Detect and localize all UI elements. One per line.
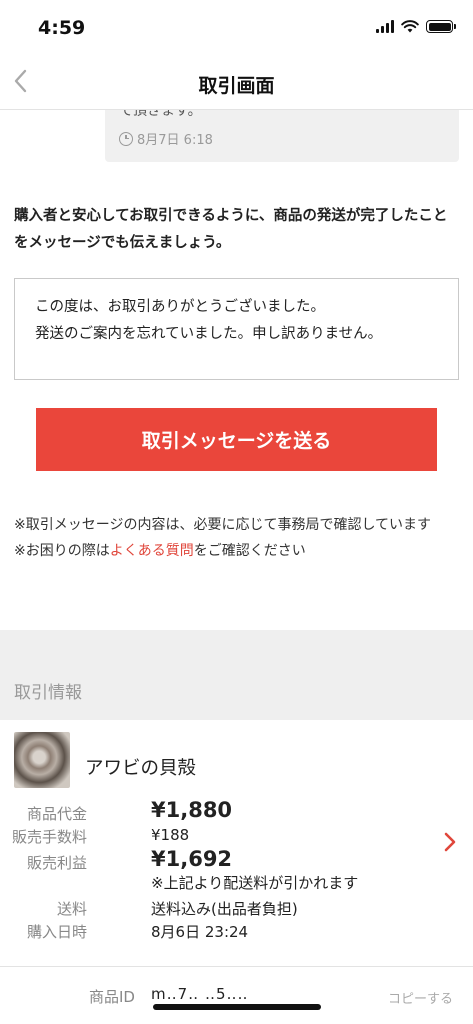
- fee-value: ¥188: [151, 826, 190, 844]
- profit-value: ¥1,692: [151, 847, 233, 871]
- message-input[interactable]: この度は、お取引ありがとうございました。 発送のご案内を忘れていました。申し訳あ…: [14, 278, 459, 380]
- section-title: 取引情報: [14, 683, 82, 703]
- profit-note: ※上記より配送料が引かれます: [151, 874, 359, 892]
- faq-link[interactable]: よくある質問: [110, 543, 194, 559]
- product-thumbnail: [14, 732, 70, 788]
- nav-bar: 取引画面: [0, 54, 473, 110]
- chevron-right-icon[interactable]: [441, 830, 459, 854]
- copy-button[interactable]: コピーする: [388, 988, 453, 1007]
- page-title: 取引画面: [198, 75, 275, 97]
- purchase-date: 8月6日 23:24: [151, 923, 249, 941]
- note-review: ※取引メッセージの内容は、必要に応じて事務局で確認しています: [14, 517, 432, 533]
- send-message-button[interactable]: 取引メッセージを送る: [36, 408, 437, 471]
- item-id-value: m‥7‥ ‥5‥‥: [151, 985, 249, 1003]
- product-info[interactable]: アワビの貝殻 商品代金 ¥1,880 販売手数料 ¥188 販売利益 ¥1,69…: [0, 720, 473, 966]
- status-time: 4:59: [38, 17, 86, 39]
- section-header: 取引情報: [0, 630, 473, 720]
- home-indicator: [153, 1004, 321, 1010]
- note-help: ※お困りの際はよくある質問をご確認ください: [14, 543, 306, 559]
- message-timestamp: 8月7日 6:18: [137, 133, 213, 148]
- notes: ※取引メッセージの内容は、必要に応じて事務局で確認しています ※お困りの際はよく…: [14, 512, 464, 564]
- status-bar: 4:59: [0, 0, 473, 54]
- wifi-icon: [401, 20, 419, 33]
- price-value: ¥1,880: [151, 798, 233, 822]
- message-time: 8月7日 6:18: [119, 129, 213, 148]
- shipping-value: 送料込み(出品者負担): [151, 900, 298, 918]
- status-icons: [376, 20, 456, 33]
- product-name: アワビの貝殻: [85, 758, 197, 779]
- divider: [0, 966, 473, 967]
- item-id-label: 商品ID: [89, 988, 135, 1006]
- hint-text: 購入者と安心してお取引できるように、商品の発送が完了したことをメッセージでも伝え…: [14, 208, 448, 251]
- signal-icon: [376, 20, 394, 33]
- clock-icon: [119, 131, 133, 146]
- battery-icon: [426, 20, 456, 33]
